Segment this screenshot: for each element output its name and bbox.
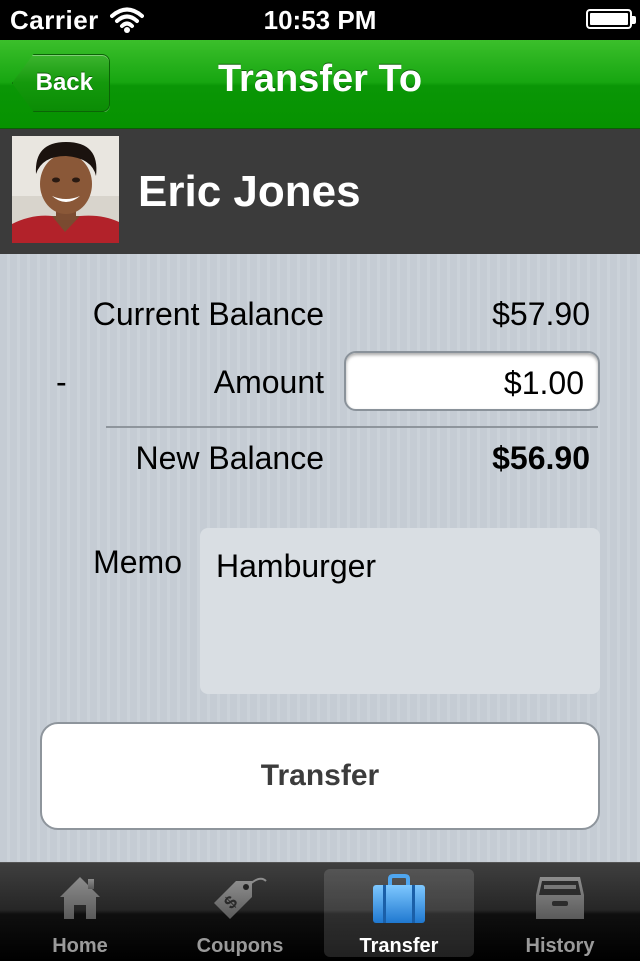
briefcase-icon [373,874,425,923]
memo-label: Memo [93,544,182,580]
tab-home-label: Home [52,935,108,957]
navigation-bar: Back Transfer To [0,40,640,129]
amount-label: Amount [213,364,324,400]
tab-home[interactable]: Home [5,863,155,961]
tab-coupons[interactable]: $ Coupons [165,863,315,961]
amount-input[interactable]: $1.00 [344,351,600,411]
house-icon [60,877,100,919]
tab-transfer-label: Transfer [359,935,439,957]
battery-icon [586,9,636,29]
balance-divider [106,426,598,428]
recipient-header: Eric Jones [0,129,640,254]
recipient-photo [12,136,119,243]
current-balance-label: Current Balance [92,296,324,332]
recipient-name: Eric Jones [138,167,361,216]
page-title: Transfer To [217,58,423,100]
avatar [12,136,119,243]
new-balance-value: $56.90 [492,440,590,476]
inbox-tray-icon [536,877,584,919]
new-balance-label: New Balance [135,440,324,476]
clock: 10:53 PM [263,5,377,35]
tab-transfer[interactable]: Transfer [324,869,474,957]
tab-history[interactable]: History [485,863,635,961]
transfer-button-label: Transfer [260,759,380,792]
transfer-button[interactable]: Transfer [40,722,600,830]
minus-sign: - [56,364,67,400]
transfer-form: Current Balance $57.90 - Amount $1.00 Ne… [0,254,640,862]
tab-coupons-label: Coupons [196,935,284,957]
current-balance-value: $57.90 [492,296,590,332]
status-bar: Carrier 10:53 PM [0,0,640,40]
memo-field[interactable]: Hamburger [200,528,600,694]
tab-history-label: History [525,935,595,957]
tag-icon: $ [214,877,267,919]
tab-bar: Home $ Coupons Transfer History [0,862,640,961]
